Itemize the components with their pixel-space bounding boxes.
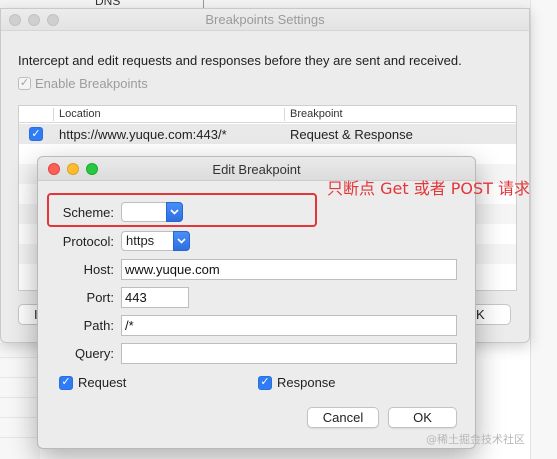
ok-button[interactable]: OK	[388, 407, 457, 428]
column-header-breakpoint[interactable]: Breakpoint	[290, 108, 343, 120]
host-label: Host:	[83, 262, 114, 277]
column-header-location[interactable]: Location	[59, 108, 101, 120]
enable-breakpoints-label: Enable Breakpoints	[35, 76, 148, 91]
background-right-panel	[530, 0, 557, 459]
background-dns-label: DNS	[95, 0, 121, 8]
port-label: Port:	[86, 290, 114, 305]
table-header: Location Breakpoint	[19, 106, 516, 123]
checkmark-icon: ✓	[59, 375, 73, 390]
response-checkbox[interactable]: ✓ Response	[258, 375, 336, 390]
chevron-down-icon	[173, 231, 190, 251]
annotation-highlight-box	[47, 193, 317, 227]
response-label: Response	[277, 375, 336, 390]
protocol-value: https	[126, 233, 155, 248]
checkmark-icon: ✓	[258, 375, 272, 390]
path-input[interactable]: /*	[121, 315, 457, 336]
cancel-button[interactable]: Cancel	[307, 407, 379, 428]
background-divider	[203, 0, 204, 8]
row-location: https://www.yuque.com:443/*	[59, 127, 227, 142]
protocol-select[interactable]: https	[121, 231, 190, 251]
breakpoints-titlebar: Breakpoints Settings	[1, 9, 529, 31]
checkmark-icon: ✓	[18, 77, 31, 90]
request-label: Request	[78, 375, 127, 390]
path-label: Path:	[83, 318, 114, 333]
annotation-text: 只断点 Get 或者 POST 请求	[327, 179, 531, 198]
row-enabled-checkbox[interactable]: ✓	[29, 127, 43, 141]
breakpoints-window-title: Breakpoints Settings	[205, 12, 325, 27]
port-input[interactable]: 443	[121, 287, 189, 308]
row-breakpoint-type: Request & Response	[290, 127, 413, 142]
breakpoints-description: Intercept and edit requests and response…	[18, 53, 462, 68]
enable-breakpoints-checkbox[interactable]: ✓ Enable Breakpoints	[18, 76, 148, 91]
query-input[interactable]	[121, 343, 457, 364]
watermark: @稀土掘金技术社区	[426, 433, 525, 446]
table-row[interactable]: ✓ https://www.yuque.com:443/* Request & …	[19, 124, 516, 144]
protocol-label: Protocol:	[62, 234, 114, 249]
query-label: Query:	[74, 346, 114, 361]
host-input[interactable]: www.yuque.com	[121, 259, 457, 280]
request-checkbox[interactable]: ✓ Request	[59, 375, 126, 390]
